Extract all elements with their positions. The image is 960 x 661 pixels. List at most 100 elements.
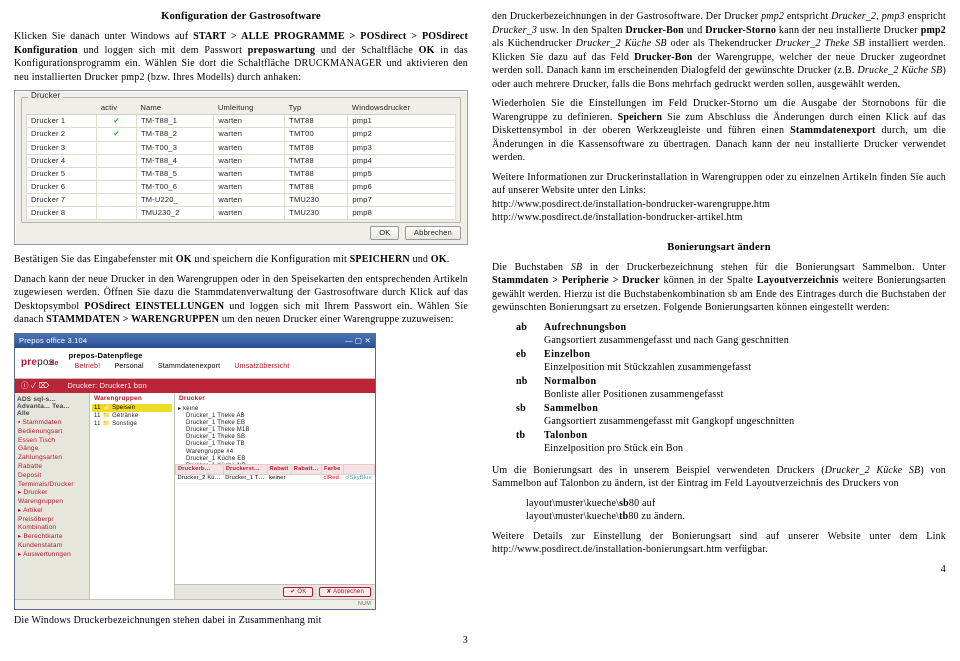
tree-item[interactable]: ▸ keine bbox=[178, 406, 372, 413]
cell: Drucker 1 bbox=[27, 115, 97, 128]
brand-pre: pre bbox=[21, 357, 37, 368]
t: kann der neu installierte Drucker bbox=[776, 25, 921, 36]
tree-item[interactable]: Drucker_1 Küche EB bbox=[178, 456, 372, 463]
t: OK bbox=[419, 45, 435, 56]
mid-row[interactable]: 11 📁 Sonstige bbox=[92, 420, 172, 428]
t: 80 zu ändern. bbox=[628, 511, 685, 522]
window-title: Prepos office 3.104 bbox=[19, 336, 87, 346]
tab-personal[interactable]: Personal bbox=[109, 361, 150, 374]
cell: warten bbox=[214, 141, 285, 154]
t: und bbox=[410, 254, 431, 265]
cell: TM-T88_4 bbox=[136, 154, 213, 167]
t: OK bbox=[176, 254, 192, 265]
right-para-1: den Druckerbezeichnungen in der Gastroso… bbox=[492, 10, 946, 91]
bon-term: Aufrechnungsbon bbox=[544, 321, 946, 335]
tree-item[interactable]: Drucker_1 Theke SB bbox=[178, 434, 372, 441]
cell: warten bbox=[214, 128, 285, 141]
t: pmp2 bbox=[921, 25, 946, 36]
tree-item[interactable]: Drucker_1 Theke EB bbox=[178, 420, 372, 427]
drucker-tree[interactable]: ▸ keineDrucker_1 Theke ABDrucker_1 Theke… bbox=[175, 406, 375, 464]
table-row[interactable]: Drucker 1✔TM-T88_1wartenTMT88pmp1 bbox=[27, 115, 456, 128]
t: und der Schaltfläche bbox=[315, 45, 418, 56]
sidebar-item[interactable]: Warengruppen bbox=[17, 498, 87, 507]
sidebar-item[interactable]: Kundenstatam bbox=[17, 542, 87, 551]
bon-abbr: nb bbox=[516, 375, 544, 389]
cell: Drucker 5 bbox=[27, 167, 97, 180]
sidebar-item[interactable]: ▸ Artikel bbox=[17, 507, 87, 516]
bon-term: Sammelbon bbox=[544, 402, 946, 416]
tree-item[interactable]: Warengruppe #4 bbox=[178, 449, 372, 456]
sidebar-item[interactable]: Deposit bbox=[17, 472, 87, 481]
bon-abbr: sb bbox=[516, 402, 544, 416]
table-row[interactable]: Drucker 3TM-T00_3wartenTMT88pmp3 bbox=[27, 141, 456, 154]
toolbar-icons[interactable]: ⓘ ✓ ⌦ bbox=[21, 381, 49, 391]
sidebar-item[interactable]: ▸ Drucker bbox=[17, 489, 87, 498]
screenshot-druckmanager: Drucker activ Name Umleitung Typ Windows… bbox=[14, 90, 468, 245]
mid-row[interactable]: 11 📁 Speisen bbox=[92, 404, 172, 412]
tab-umsatz[interactable]: Umsatzübersicht bbox=[228, 361, 295, 374]
t: den Druckerbezeichnungen in der Gastroso… bbox=[492, 11, 761, 22]
t: POSdirect EINSTELLUNGEN bbox=[84, 301, 224, 312]
cell: TMU230_2 bbox=[136, 207, 213, 220]
sidebar-item[interactable]: ▸ Berechtkarte bbox=[17, 533, 87, 542]
window-controls[interactable]: — ▢ ✕ bbox=[345, 336, 371, 346]
mid-row[interactable]: 11 📁 Getränke bbox=[92, 412, 172, 420]
t: layout\muster\kueche\ bbox=[526, 498, 619, 509]
bon-term: Normalbon bbox=[544, 375, 946, 389]
cell: ✔ bbox=[97, 128, 137, 141]
bon-term: Talonbon bbox=[544, 429, 946, 443]
th: Windowsdrucker bbox=[348, 102, 456, 115]
t: OK bbox=[431, 254, 447, 265]
tab-export[interactable]: Stammdatenexport bbox=[152, 361, 226, 374]
page-number: 4 bbox=[492, 563, 946, 577]
table-row[interactable]: Drucker 8TMU230_2wartenTMU230pmp8 bbox=[27, 207, 456, 220]
app-body: ADS sql-s... Advanta... Tea... Alle ▪ St… bbox=[15, 393, 375, 599]
tree-item[interactable]: Drucker_1 Theke TB bbox=[178, 441, 372, 448]
sidebar-item[interactable]: Bedienungsart bbox=[17, 428, 87, 437]
cell bbox=[97, 194, 137, 207]
sidebar-item[interactable]: ▸ Auswertunngen bbox=[17, 551, 87, 560]
app-ok-button[interactable]: ✔ OK bbox=[283, 587, 313, 597]
sidebar-item[interactable]: Terminals/Drucker bbox=[17, 481, 87, 490]
t: preposwartung bbox=[248, 45, 315, 56]
tab-betrieb[interactable]: Betrieb! bbox=[69, 361, 107, 374]
ok-button[interactable]: OK bbox=[370, 226, 399, 240]
bon-desc: Gangsortiert zusammengefasst und nach Ga… bbox=[544, 334, 946, 348]
sidebar-item[interactable]: ▪ Stammdaten bbox=[17, 419, 87, 428]
th: Name bbox=[136, 102, 213, 115]
cell: pmp3 bbox=[348, 141, 456, 154]
t: pmp3 bbox=[882, 11, 905, 22]
cell: pmp5 bbox=[348, 167, 456, 180]
sidebar-item[interactable]: Essen Tisch bbox=[17, 437, 87, 446]
cancel-button[interactable]: Abbrechen bbox=[405, 226, 461, 240]
c: Getränke bbox=[112, 413, 138, 419]
right-para-5: Die Buchstaben SB in der Druckerbezeichn… bbox=[492, 261, 946, 315]
right-para-10: Weitere Details zur Einstellung der Boni… bbox=[492, 530, 946, 557]
sidebar-item[interactable]: Zahlungsarten bbox=[17, 454, 87, 463]
sidebar-item[interactable]: Kombination bbox=[17, 524, 87, 533]
sidebar-item[interactable]: Rabatte bbox=[17, 463, 87, 472]
table-row[interactable]: Drucker 6TM-T00_6wartenTMT88pmp6 bbox=[27, 180, 456, 193]
t: entspricht bbox=[784, 11, 831, 22]
t: Layoutverzeichnis bbox=[757, 275, 839, 286]
nav-header: ADS sql-s... Advanta... Tea... Alle bbox=[17, 396, 87, 417]
table-row[interactable]: Drucker 7TM-U220_wartenTMU230pmp7 bbox=[27, 194, 456, 207]
table-row[interactable]: Drucker 5TM-T88_5wartenTMT88pmp5 bbox=[27, 167, 456, 180]
tree-item[interactable]: Drucker_1 Theke M1B bbox=[178, 427, 372, 434]
tree-item[interactable]: Drucker_1 Theke AB bbox=[178, 413, 372, 420]
cell: warten bbox=[214, 154, 285, 167]
page-number: 3 bbox=[14, 634, 468, 648]
sidebar-item[interactable]: Preisöberpr bbox=[17, 516, 87, 525]
th: activ bbox=[97, 102, 137, 115]
t: Drucker_3 bbox=[492, 25, 537, 36]
app-cancel-button[interactable]: ✘ Abbrechen bbox=[319, 587, 371, 597]
t: Drucke_2 Küche SB bbox=[858, 65, 943, 76]
table-row[interactable]: Drucker 4TM-T88_4wartenTMT88pmp4 bbox=[27, 154, 456, 167]
sidebar-item[interactable]: Gänge bbox=[17, 445, 87, 454]
th: Typ bbox=[285, 102, 348, 115]
cell: TM-U220_ bbox=[136, 194, 213, 207]
cell: warten bbox=[214, 207, 285, 220]
bon-desc: Einzelposition mit Stückzahlen zusammeng… bbox=[544, 361, 946, 375]
table-row[interactable]: Drucker_2 Kü… Drucker_1 T… keiner clRed … bbox=[176, 475, 375, 484]
table-row[interactable]: Drucker 2✔TM-T88_2wartenTMT00pmp2 bbox=[27, 128, 456, 141]
